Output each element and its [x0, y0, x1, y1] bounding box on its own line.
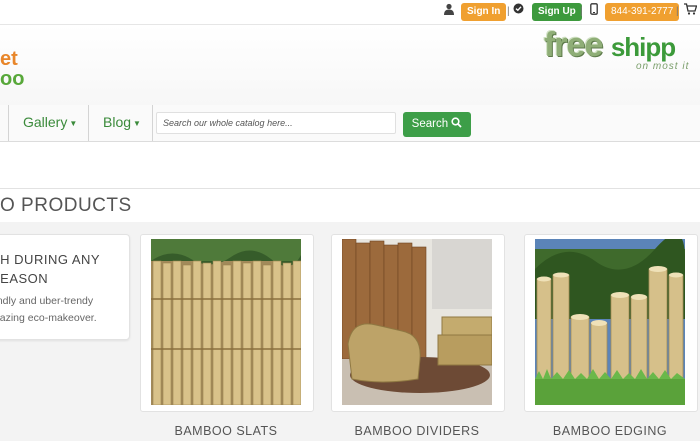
separator: |	[507, 6, 510, 17]
main-navigation: Gallery ▼ Blog ▼ Search	[0, 105, 700, 142]
nav-divider	[88, 105, 89, 141]
search-icon	[451, 117, 462, 128]
promo-heading: SH DURING ANY SEASON	[0, 252, 100, 286]
logo-line-1: et	[0, 48, 18, 70]
top-utility-bar: Sign In | Sign Up | 844-391-2777 |	[0, 0, 700, 25]
site-logo[interactable]: et oo	[0, 49, 24, 89]
phone-number[interactable]: 844-391-2777	[605, 3, 680, 21]
nav-divider	[152, 105, 153, 141]
caret-down-icon: ▼	[133, 118, 141, 128]
nav-item-blog-label: Blog	[103, 114, 132, 130]
free-shipping-banner: free shipp on most it	[544, 27, 700, 72]
nav-divider	[8, 105, 9, 141]
product-label-bamboo-dividers[interactable]: BAMBOO DIVIDERS	[331, 424, 503, 438]
product-label-bamboo-slats[interactable]: BAMBOO SLATS	[140, 424, 312, 438]
banner-subtext: on most it	[636, 61, 690, 72]
nav-item-gallery-label: Gallery	[23, 114, 68, 130]
search-button[interactable]: Search	[403, 112, 471, 137]
nav-item-gallery[interactable]: Gallery ▼	[23, 114, 77, 130]
promo-text: endly and uber-trendy mazing eco-makeove…	[0, 295, 97, 324]
search-button-label: Search	[411, 118, 449, 130]
bamboo-slats-image[interactable]	[151, 239, 301, 405]
logo-line-2: oo	[0, 68, 25, 90]
section-heading: O PRODUCTS	[0, 188, 700, 224]
separator: |	[580, 6, 583, 17]
product-card-bamboo-edging[interactable]	[524, 234, 698, 412]
product-card-bamboo-slats[interactable]	[140, 234, 314, 412]
search-input[interactable]	[156, 112, 396, 134]
user-icon[interactable]	[444, 3, 454, 21]
phone-icon	[590, 3, 598, 21]
check-circle-icon	[513, 3, 524, 21]
product-label-bamboo-edging[interactable]: BAMBOO EDGING	[524, 424, 696, 438]
caret-down-icon: ▼	[69, 118, 78, 128]
sign-up-button[interactable]: Sign Up	[532, 3, 582, 21]
banner-word-shipping: shipp	[610, 32, 676, 62]
sign-in-button[interactable]: Sign In	[461, 3, 507, 21]
banner-word-free: free	[544, 26, 603, 64]
separator: |	[676, 6, 679, 17]
site-header: et oo free shipp on most it	[0, 25, 700, 106]
product-card-bamboo-dividers[interactable]	[331, 234, 505, 412]
bamboo-edging-image[interactable]	[535, 239, 685, 405]
promo-box[interactable]: SH DURING ANY SEASON endly and uber-tren…	[0, 234, 130, 340]
nav-item-blog[interactable]: Blog ▼	[103, 114, 141, 130]
cart-icon[interactable]	[684, 3, 698, 21]
bamboo-dividers-image[interactable]	[342, 239, 492, 405]
section-title: O PRODUCTS	[0, 195, 132, 216]
